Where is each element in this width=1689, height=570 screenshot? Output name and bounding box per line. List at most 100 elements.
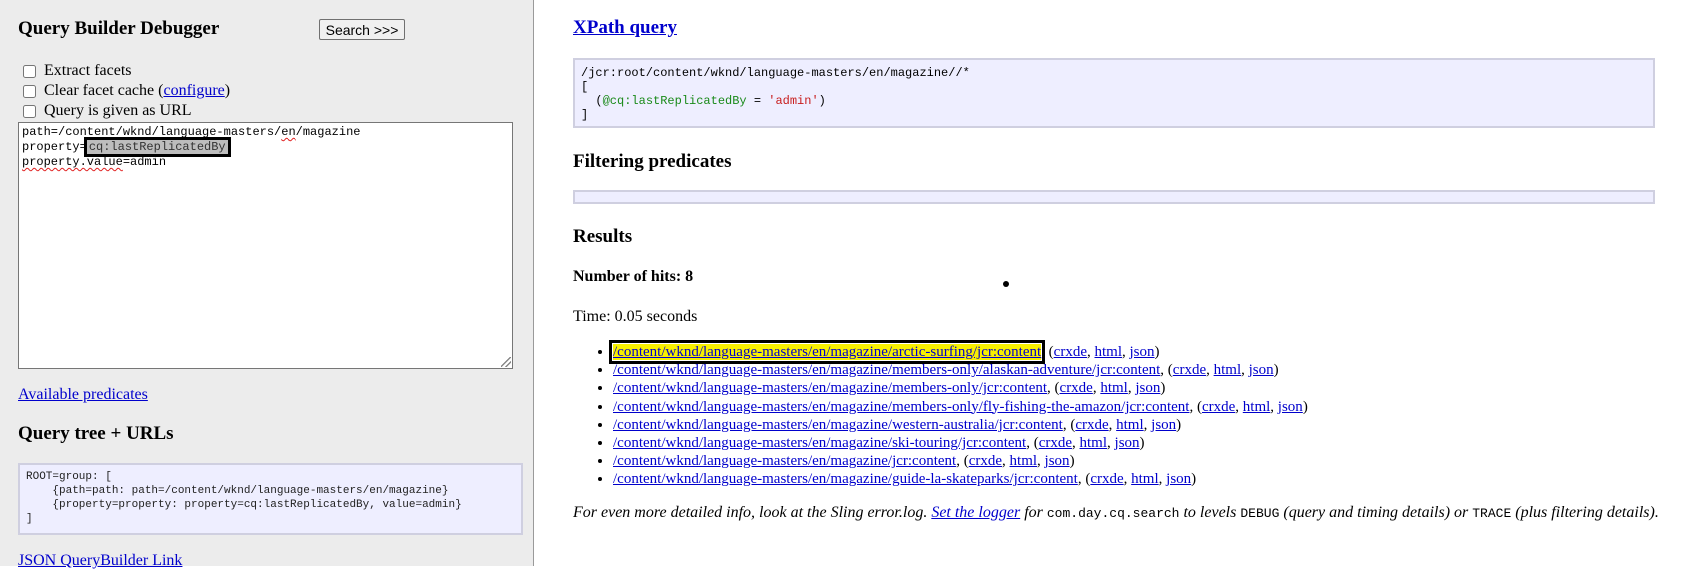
separator: , [1206, 362, 1214, 379]
json-link[interactable]: json [1115, 435, 1140, 451]
json-link[interactable]: json [1278, 399, 1303, 415]
crxde-link[interactable]: crxde [1173, 362, 1206, 378]
separator: ) [1273, 362, 1279, 379]
extract-facets-label: Extract facets [44, 62, 132, 79]
query-tree-line: {property=property: property=cq:lastRepl… [26, 499, 462, 511]
query-textarea[interactable]: path=/content/wknd/language-masters/en/m… [18, 122, 513, 369]
result-path-link[interactable]: /content/wknd/language-masters/en/magazi… [608, 340, 1046, 364]
query-url-option: Query is given as URL [21, 102, 192, 120]
result-path-link[interactable]: /content/wknd/language-masters/en/magazi… [613, 471, 1078, 487]
configure-link[interactable]: configure [163, 82, 224, 100]
separator: , ( [956, 453, 969, 470]
result-item: /content/wknd/language-masters/en/magazi… [613, 398, 1308, 416]
mouse-cursor-dot [1003, 281, 1009, 287]
crxde-link[interactable]: crxde [1060, 380, 1093, 396]
resize-handle[interactable] [501, 357, 511, 367]
result-item: /content/wknd/language-masters/en/magazi… [613, 470, 1308, 488]
query-line-value: property.value=admin [22, 155, 167, 169]
result-item: /content/wknd/language-masters/en/magazi… [613, 379, 1308, 397]
result-item: /content/wknd/language-masters/en/magazi… [613, 434, 1308, 452]
crxde-link[interactable]: crxde [1075, 417, 1108, 433]
clear-cache-label-prefix: Clear facet cache ( [44, 82, 164, 99]
result-item: /content/wknd/language-masters/en/magazi… [613, 452, 1308, 470]
separator: , [1002, 453, 1010, 470]
separator: , [1235, 398, 1243, 415]
json-querybuilder-link[interactable]: JSON QueryBuilder Link [18, 552, 182, 570]
html-link[interactable]: html [1116, 417, 1144, 433]
html-link[interactable]: html [1080, 435, 1108, 451]
html-link[interactable]: html [1214, 362, 1242, 378]
json-link[interactable]: json [1045, 453, 1070, 469]
separator: , [1037, 453, 1045, 470]
result-path-link[interactable]: /content/wknd/language-masters/en/magazi… [613, 417, 1063, 433]
result-item: /content/wknd/language-masters/en/magazi… [613, 416, 1308, 434]
result-path-link[interactable]: /content/wknd/language-masters/en/magazi… [613, 399, 1189, 415]
crxde-link[interactable]: crxde [969, 453, 1002, 469]
results-title: Results [573, 226, 633, 247]
json-link[interactable]: json [1151, 417, 1176, 433]
xpath-line: /jcr:root/content/wknd/language-masters/… [581, 66, 970, 80]
clear-cache-option: Clear facet cache (configure) [21, 82, 230, 100]
xpath-line: ] [581, 108, 589, 122]
html-link[interactable]: html [1243, 399, 1271, 415]
json-link[interactable]: json [1249, 362, 1274, 378]
query-url-checkbox[interactable] [23, 104, 36, 118]
left-panel: Query Builder Debugger Search >>> Extrac… [0, 0, 534, 569]
search-button[interactable]: Search >>> [319, 19, 405, 40]
separator: , ( [1026, 435, 1039, 452]
filtering-predicates-box [573, 190, 1655, 204]
crxde-link[interactable]: crxde [1090, 471, 1123, 487]
extract-facets-option: Extract facets [21, 62, 132, 80]
result-path-link[interactable]: /content/wknd/language-masters/en/magazi… [613, 380, 1047, 396]
query-tree-line: ROOT=group: [ [26, 471, 112, 483]
result-path-link[interactable]: /content/wknd/language-masters/en/magazi… [613, 362, 1160, 378]
result-item: /content/wknd/language-masters/en/magazi… [613, 361, 1308, 379]
query-tree-title: Query tree + URLs [18, 423, 174, 444]
json-link[interactable]: json [1166, 471, 1191, 487]
separator: ) [1154, 344, 1160, 360]
separator: , [1107, 435, 1115, 452]
hits-count: Number of hits: 8 [573, 268, 694, 285]
separator: , ( [1077, 471, 1091, 488]
crxde-link[interactable]: crxde [1039, 435, 1072, 451]
separator: , ( [1189, 398, 1202, 415]
separator: ) [1176, 416, 1182, 433]
available-predicates-link[interactable]: Available predicates [18, 386, 148, 404]
highlighted-property: cq:lastReplicatedBy [83, 137, 231, 157]
html-link[interactable]: html [1131, 471, 1159, 487]
separator: , ( [1047, 380, 1060, 397]
separator: , ( [1160, 362, 1173, 379]
set-logger-link[interactable]: Set the logger [931, 504, 1020, 521]
clear-cache-label-suffix: ) [224, 82, 231, 99]
result-path-link[interactable]: /content/wknd/language-masters/en/magazi… [613, 453, 956, 469]
crxde-link[interactable]: crxde [1054, 344, 1087, 360]
json-link[interactable]: json [1130, 344, 1155, 360]
xpath-line: (@cq:lastReplicatedBy = 'admin') [581, 94, 826, 108]
panel-title: Query Builder Debugger [18, 18, 220, 39]
html-link[interactable]: html [1100, 380, 1128, 396]
xpath-line: [ [581, 80, 589, 94]
separator: , [1122, 344, 1130, 360]
xpath-query-link[interactable]: XPath query [573, 17, 677, 39]
result-path-link[interactable]: /content/wknd/language-masters/en/magazi… [613, 435, 1026, 451]
separator: ) [1302, 398, 1308, 415]
separator: ) [1191, 471, 1197, 488]
query-tree-line: {path=path: path=/content/wknd/language-… [26, 485, 449, 497]
xpath-box: /jcr:root/content/wknd/language-masters/… [573, 58, 1655, 128]
results-list: /content/wknd/language-masters/en/magazi… [585, 340, 1308, 489]
query-line-property: property= cq:lastReplicatedBy [22, 137, 231, 157]
html-link[interactable]: html [1010, 453, 1038, 469]
separator: ) [1139, 435, 1145, 452]
json-link[interactable]: json [1135, 380, 1160, 396]
extract-facets-checkbox[interactable] [23, 64, 36, 78]
html-link[interactable]: html [1094, 344, 1122, 360]
separator: , ( [1041, 344, 1054, 360]
crxde-link[interactable]: crxde [1202, 399, 1235, 415]
filtering-predicates-title: Filtering predicates [573, 151, 732, 172]
separator: ) [1069, 453, 1075, 470]
query-url-label: Query is given as URL [44, 102, 192, 119]
separator: , ( [1062, 416, 1076, 433]
result-item: /content/wknd/language-masters/en/magazi… [608, 340, 1308, 364]
clear-cache-checkbox[interactable] [23, 84, 36, 98]
footnote: For even more detailed info, look at the… [573, 504, 1659, 521]
